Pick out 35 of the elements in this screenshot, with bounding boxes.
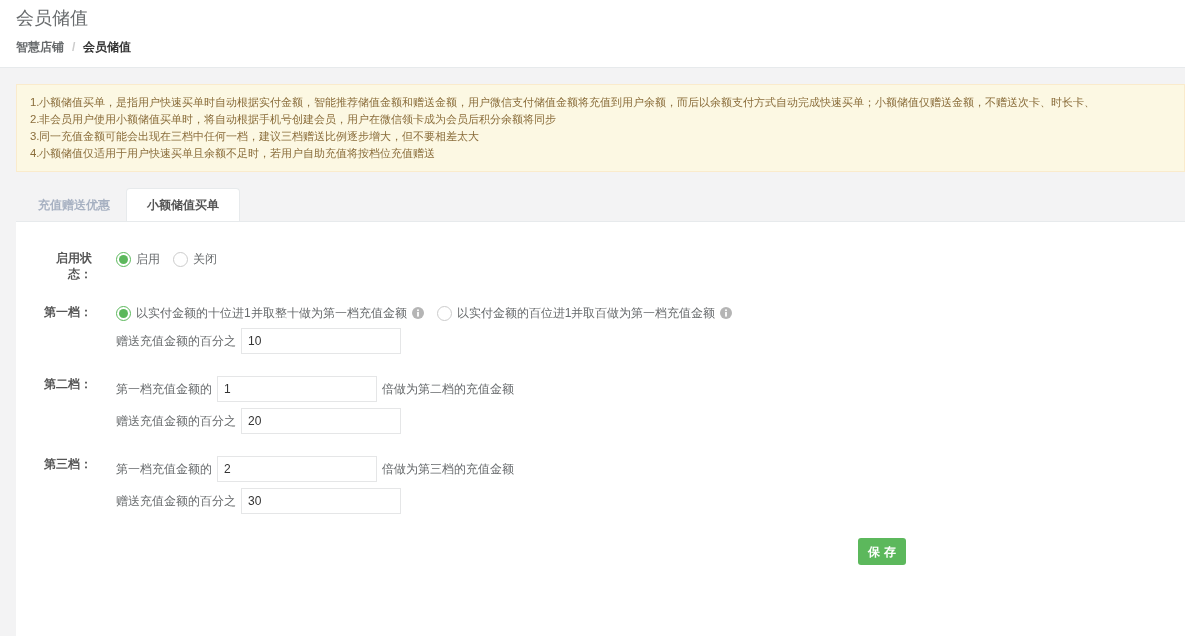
field-label: 倍做为第二档的充值金额 (382, 381, 514, 398)
breadcrumb-separator: / (72, 40, 76, 54)
input-field[interactable]: 2 (217, 456, 377, 482)
radio-button[interactable] (116, 305, 131, 321)
notice-line: 3.同一充值金额可能会出现在三档中任何一档，建议三档赠送比例逐步增大，但不要相差太大 (30, 129, 481, 144)
radio-label[interactable]: 以实付金额的十位进1并取整十做为第一档充值金额 (136, 304, 407, 322)
page-title: 会员储值 (16, 7, 89, 30)
radio-label[interactable]: 启用 (136, 250, 160, 268)
field-label: 赠送充值金额的百分之 (116, 493, 236, 510)
input-field[interactable]: 30 (241, 488, 401, 514)
breadcrumb-current: 会员储值 (83, 40, 132, 54)
radio-label[interactable]: 以实付金额的百位进1并取百做为第一档充值金额 (456, 304, 716, 322)
field-label: 赠送充值金额的百分之 (116, 413, 236, 430)
field-label: 第二档： (43, 376, 92, 393)
field-label: 第一档充值金额的 (116, 381, 212, 398)
input-field[interactable]: 20 (241, 408, 401, 434)
radio-label[interactable]: 关闭 (193, 250, 217, 268)
input-field[interactable]: 1 (217, 376, 377, 402)
field-label: 第一档充值金额的 (116, 461, 212, 478)
tab[interactable]: 小额储值买单 (126, 188, 240, 221)
radio-button[interactable] (173, 251, 188, 267)
field-label: 赠送充值金额的百分之 (116, 333, 236, 350)
info-icon[interactable] (411, 307, 424, 319)
field-label: 第一档： (43, 304, 92, 321)
field-label: 第三档： (43, 456, 92, 473)
info-icon[interactable] (720, 307, 733, 319)
breadcrumb-link[interactable]: 智慧店铺 (16, 40, 64, 54)
notice-line: 4.小额储值仅适用于用户快速买单且余额不足时，若用户自助充值将按档位充值赠送 (30, 146, 437, 161)
notice-line: 2.非会员用户使用小额储值买单时，将自动根据手机号创建会员，用户在微信领卡成为会员后积分余额将同步 (30, 112, 558, 127)
input-field[interactable]: 10 (241, 328, 401, 354)
notice-line: 1.小额储值买单，是指用户快速买单时自动根据实付金额，智能推荐储值金额和赠送金额，用户微信支付储值金额将充值到用户余额，而后以余额支付方式自动完成快速买单；小额储值仅赠送金额，不赠送次卡、时长卡、 (30, 95, 1097, 110)
radio-button[interactable] (116, 251, 131, 267)
field-label: 倍做为第三档的充值金额 (382, 461, 514, 478)
field-label: 启用状态： (55, 250, 92, 282)
radio-button[interactable] (436, 305, 452, 321)
